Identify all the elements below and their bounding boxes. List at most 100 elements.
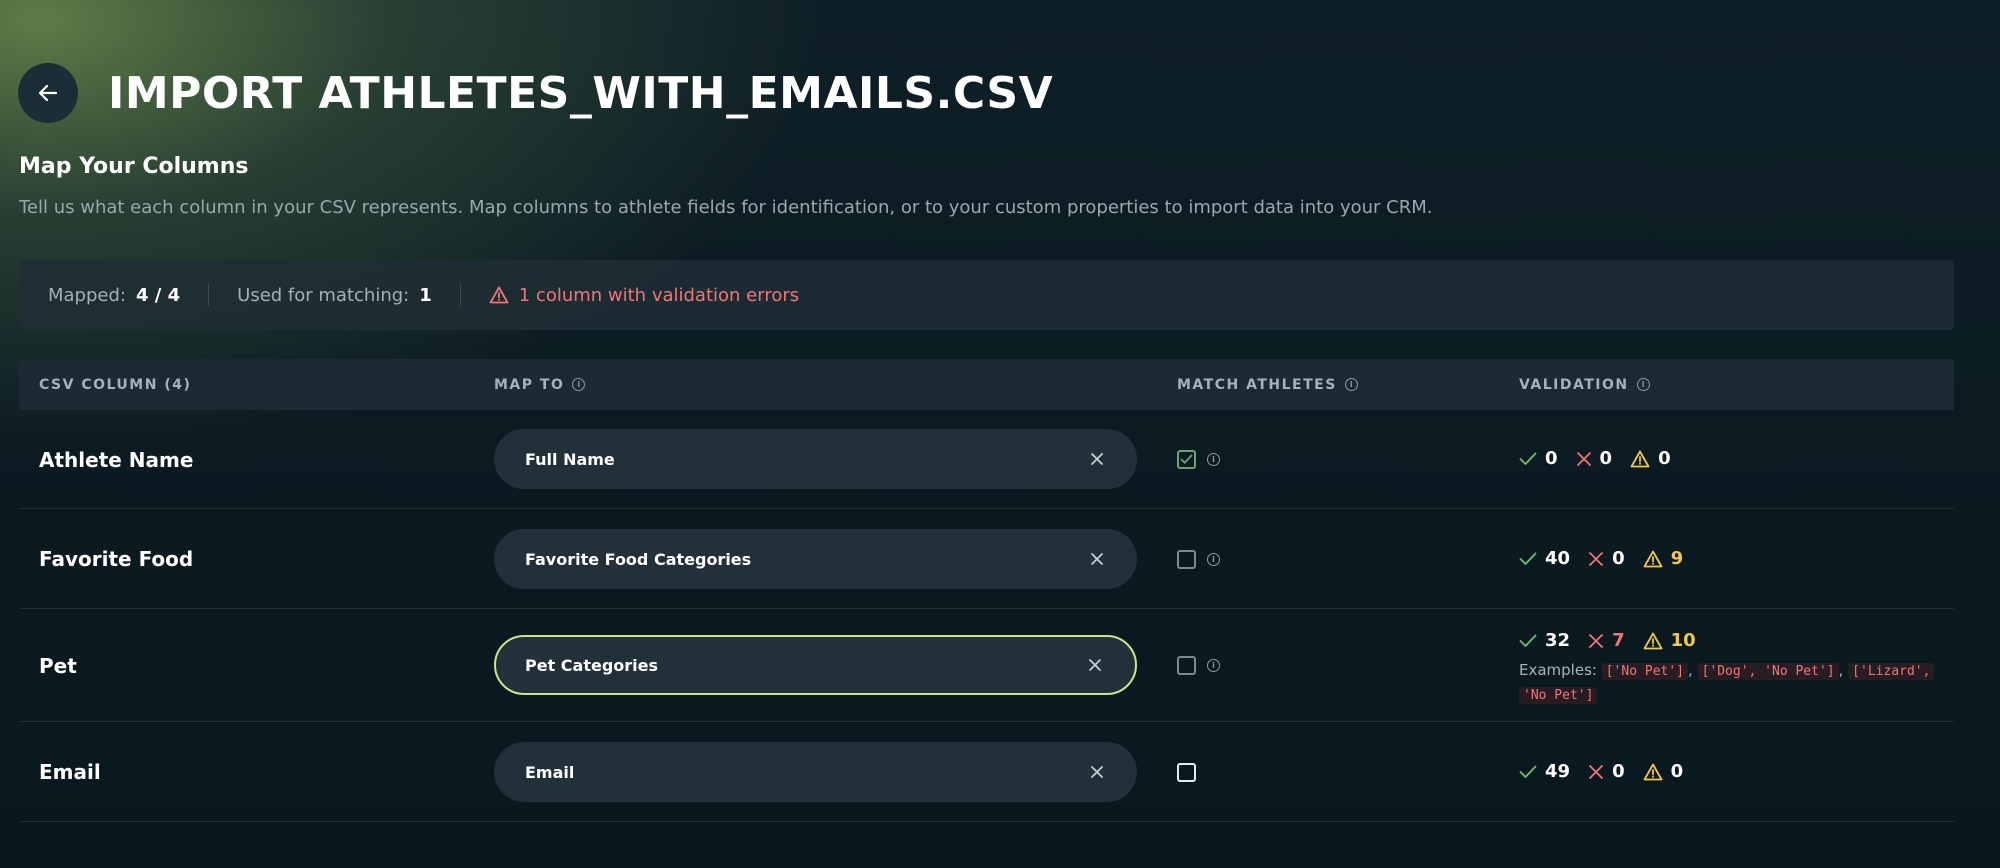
close-icon[interactable] xyxy=(1089,764,1105,780)
map-to-select[interactable]: Full Name xyxy=(494,429,1137,489)
valid-count: 0 xyxy=(1519,448,1558,469)
x-icon xyxy=(1576,451,1591,466)
warning-icon xyxy=(1643,632,1662,649)
examples-label: Examples: xyxy=(1519,661,1597,679)
csv-column-name: Athlete Name xyxy=(39,447,194,472)
header-csv-column-label: CSV COLUMN (4) xyxy=(39,376,192,393)
map-to-select[interactable]: Favorite Food Categories xyxy=(494,529,1137,589)
header-csv-column: CSV COLUMN (4) xyxy=(39,359,191,410)
header-map-to-label: MAP TO xyxy=(494,376,565,393)
match-checkbox[interactable] xyxy=(1177,550,1196,569)
matching-value: 1 xyxy=(419,284,432,306)
error-count: 7 xyxy=(1588,630,1625,651)
warning-icon xyxy=(1643,550,1662,567)
table-row: Email Email 49 0 0 xyxy=(19,722,1954,822)
check-icon xyxy=(1519,452,1537,465)
validation-examples: Examples: ['No Pet'], ['Dog', 'No Pet'],… xyxy=(1519,659,1959,707)
info-icon[interactable]: i xyxy=(1344,378,1358,391)
check-icon xyxy=(1519,552,1537,565)
warning-count: 10 xyxy=(1643,630,1696,651)
valid-count-value: 49 xyxy=(1545,761,1571,782)
map-to-select[interactable]: Pet Categories xyxy=(494,635,1137,695)
validation-counts: 32 7 10 xyxy=(1519,630,1714,651)
section-title: Map Your Columns xyxy=(19,154,249,179)
back-button[interactable] xyxy=(18,63,78,123)
example-chip: ['Lizard', xyxy=(1848,663,1935,680)
page-title: IMPORT ATHLETES_WITH_EMAILS.CSV xyxy=(108,67,1054,119)
info-icon[interactable]: i xyxy=(1636,378,1650,391)
check-icon xyxy=(1519,634,1537,647)
csv-column-name: Pet xyxy=(39,653,77,678)
warning-count: 9 xyxy=(1643,548,1684,569)
x-icon xyxy=(1589,633,1603,648)
info-icon[interactable]: i xyxy=(1207,659,1220,672)
error-count-value: 0 xyxy=(1599,448,1613,469)
validation-counts: 0 0 0 xyxy=(1519,448,1689,469)
header-validation-label: VALIDATION xyxy=(1519,376,1629,393)
example-chip: 'No Pet'] xyxy=(1519,687,1598,704)
warning-icon xyxy=(1643,763,1662,780)
warning-count-value: 0 xyxy=(1658,448,1671,469)
csv-column-name: Favorite Food xyxy=(39,547,194,571)
map-to-value: Email xyxy=(525,762,575,782)
info-icon[interactable]: i xyxy=(1207,453,1220,466)
map-to-value: Pet Categories xyxy=(525,655,659,675)
error-count-value: 0 xyxy=(1612,548,1625,569)
mapped-value: 4 / 4 xyxy=(135,284,181,306)
table-row: Pet Pet Categories i 32 7 10 Examples: [… xyxy=(19,609,1954,722)
example-chip: ['Dog', 'No Pet'] xyxy=(1697,663,1839,680)
mapped-label: Mapped: xyxy=(48,284,126,306)
map-to-value: Full Name xyxy=(525,449,615,469)
mapping-summary: Mapped: 4 / 4 Used for matching: 1 1 col… xyxy=(19,260,1954,330)
csv-column-name: Email xyxy=(39,760,101,784)
error-count: 0 xyxy=(1588,548,1625,569)
valid-count: 32 xyxy=(1519,630,1570,651)
warning-count-value: 10 xyxy=(1670,630,1696,651)
validation-error-summary[interactable]: 1 column with validation errors xyxy=(489,285,799,306)
valid-count-value: 40 xyxy=(1545,548,1571,569)
header-match-athletes-label: MATCH ATHLETES xyxy=(1177,376,1337,393)
x-icon xyxy=(1589,551,1603,566)
check-icon xyxy=(1180,454,1193,464)
valid-count: 49 xyxy=(1519,761,1570,782)
divider xyxy=(459,284,461,306)
example-chip: ['No Pet'] xyxy=(1601,663,1689,680)
match-checkbox[interactable] xyxy=(1177,656,1196,675)
warning-icon xyxy=(1630,450,1650,467)
validation-counts: 49 0 0 xyxy=(1519,761,1701,782)
validation-error-text: 1 column with validation errors xyxy=(518,284,800,306)
table-header: CSV COLUMN (4) MAP TO i MATCH ATHLETES i… xyxy=(19,359,1954,410)
map-to-value: Favorite Food Categories xyxy=(525,549,752,569)
matching-label: Used for matching: xyxy=(237,284,410,306)
close-icon[interactable] xyxy=(1087,657,1103,673)
x-icon xyxy=(1589,764,1603,779)
warning-count-value: 0 xyxy=(1670,761,1684,782)
info-icon[interactable]: i xyxy=(572,378,586,391)
warning-icon xyxy=(489,286,509,304)
valid-count: 40 xyxy=(1519,548,1570,569)
warning-count: 0 xyxy=(1643,761,1684,782)
error-count: 0 xyxy=(1588,761,1625,782)
validation-counts: 40 0 9 xyxy=(1519,548,1701,569)
match-checkbox[interactable] xyxy=(1177,763,1196,782)
check-icon xyxy=(1519,765,1537,778)
valid-count-value: 0 xyxy=(1545,448,1558,469)
close-icon[interactable] xyxy=(1089,451,1105,467)
info-icon[interactable]: i xyxy=(1207,553,1220,566)
error-count-value: 7 xyxy=(1612,630,1625,651)
warning-count-value: 9 xyxy=(1670,548,1684,569)
header-map-to: MAP TO i xyxy=(494,359,586,410)
close-icon[interactable] xyxy=(1089,551,1105,567)
table-row: Favorite Food Favorite Food Categories i… xyxy=(19,509,1954,609)
header-validation: VALIDATION i xyxy=(1519,359,1650,410)
valid-count-value: 32 xyxy=(1545,630,1571,651)
section-description: Tell us what each column in your CSV rep… xyxy=(19,197,1433,218)
divider xyxy=(208,284,210,306)
map-to-select[interactable]: Email xyxy=(494,742,1137,802)
error-count-value: 0 xyxy=(1612,761,1625,782)
table-row: Athlete Name Full Name i 0 0 0 xyxy=(19,410,1954,509)
header-match-athletes: MATCH ATHLETES i xyxy=(1177,359,1358,410)
match-checkbox[interactable] xyxy=(1177,450,1196,469)
arrow-left-icon xyxy=(38,84,58,102)
error-count: 0 xyxy=(1576,448,1613,469)
